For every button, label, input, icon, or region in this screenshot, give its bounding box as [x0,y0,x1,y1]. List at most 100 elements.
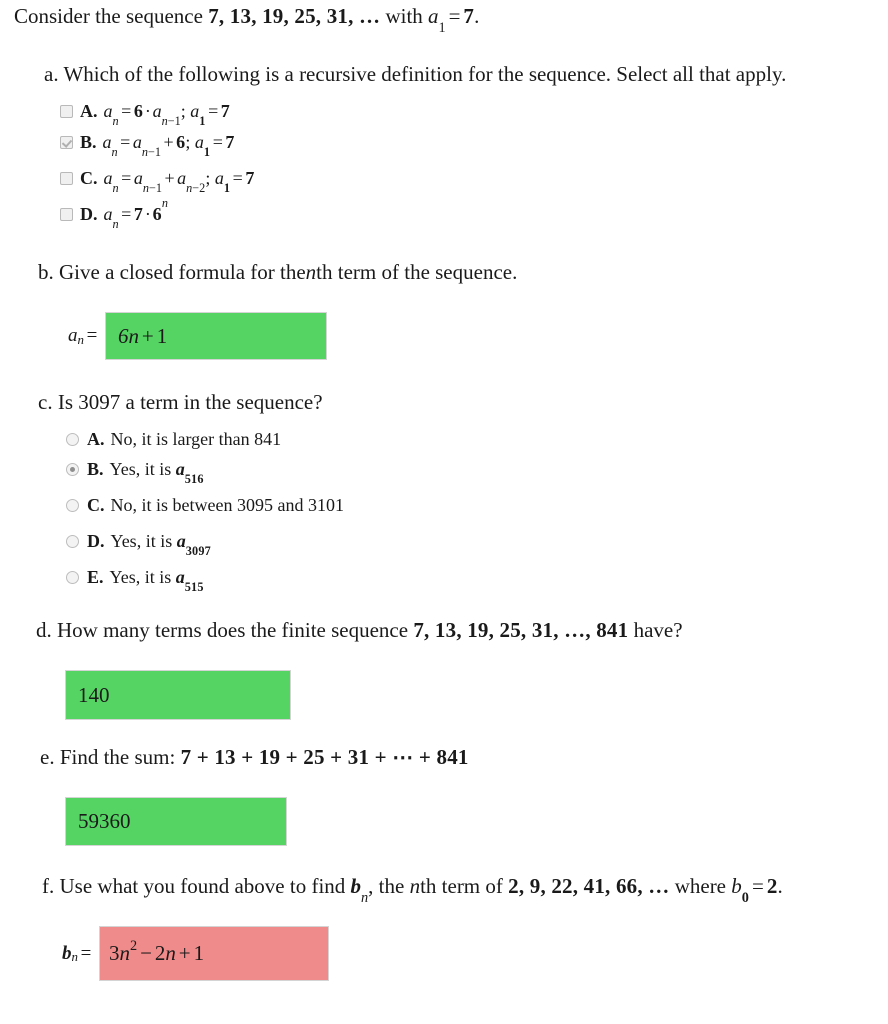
question-c-body-post: a term in the sequence? [125,390,323,414]
checkbox-c-letter: C. [80,168,98,188]
radio-e-body: Yes, it is a515 [109,567,204,595]
prompt-equals: = [448,4,461,28]
question-b-body-pre: Give a closed formula for the [59,260,306,284]
question-e-expression: 7 + 13 + 19 + 25 + 31 + ⋯ + 841 [180,745,469,769]
checkbox-d-letter: D. [80,204,98,224]
answer-f-prefix-var: b [62,942,72,964]
answer-b-prefix: a n = [68,312,105,360]
question-a: a. Which of the following is a recursive… [44,60,786,232]
answer-row-f: b n = 3 n 2−2 n +1 [62,926,783,981]
radio-e-letter: E. [87,567,104,587]
answer-field-b[interactable]: 6 n +1 [104,312,327,360]
question-e-body-pre: Find the sum: [59,745,176,769]
answer-b-prefix-var: a [68,325,78,346]
question-b-text: b. Give a closed formula for thenth term… [38,258,517,286]
question-f: f. Use what you found above to find bn, … [42,872,783,981]
question-c-options: A. No, it is larger than 841 B. Yes, it … [66,427,344,595]
radio-option-d[interactable]: D. Yes, it is a3097 [66,523,344,559]
question-d-body-post: have? [633,618,683,642]
prompt-initial-sub: 1 [438,20,446,37]
question-f-marker: f. [42,874,55,898]
prompt-with: with [385,4,423,28]
answer-field-f[interactable]: 3 n 2−2 n +1 [98,926,329,981]
radio-c-body: No, it is between 3095 and 3101 [110,495,344,515]
answer-row-e: 59360 [65,797,469,846]
checkbox-option-a[interactable]: A. an= 6·an−1; a1= 7 [60,98,786,129]
question-b: b. Give a closed formula for thenth term… [38,258,517,360]
question-d-marker: d. [36,618,52,642]
radio-b-body: Yes, it is a516 [109,459,204,487]
radio-e-icon[interactable] [66,570,79,584]
prompt-initial-var: a [428,4,439,28]
question-e: e. Find the sum: 7 + 13 + 19 + 25 + 31 +… [40,743,469,846]
checkbox-a-letter: A. [80,101,98,121]
question-f-var-b: bn [350,874,369,907]
checkbox-a-formula: an= 6·an−1; a1= 7 [103,101,230,129]
question-d: d. How many terms does the finite sequen… [36,616,683,720]
question-c-body-pre: Is [57,390,73,414]
prompt-initial-value: 7 [463,4,475,28]
question-b-var: n [305,260,317,284]
question-f-var-n: n [409,874,421,898]
prompt-sequence: 7, 13, 19, 25, 31, … [208,4,381,28]
answer-row-d: 140 [65,670,683,720]
checkbox-option-b[interactable]: B. an= an−1+ 6; a1= 7 [60,124,786,160]
radio-d-body: Yes, it is a3097 [110,531,211,559]
radio-option-b[interactable]: B. Yes, it is a516 [66,451,344,487]
answer-row-b: a n = 6 n +1 [68,312,517,360]
checkbox-option-c[interactable]: C. an= an−1+ an−2; a1= 7 [60,160,786,196]
radio-c-icon[interactable] [66,498,79,512]
checkbox-a-icon[interactable] [60,104,73,118]
radio-d-letter: D. [87,531,105,551]
checkbox-c-icon[interactable] [60,171,73,185]
radio-option-c[interactable]: C. No, it is between 3095 and 3101 [66,487,344,523]
question-f-initial: b0= 2. [731,874,783,907]
question-f-mid: , the [368,874,405,898]
radio-d-icon[interactable] [66,534,79,548]
answer-field-d[interactable]: 140 [65,670,291,720]
question-e-marker: e. [40,745,55,769]
answer-b-prefix-eq: = [86,325,98,346]
radio-option-e[interactable]: E. Yes, it is a515 [66,559,344,595]
question-a-body: Which of the following is a recursive de… [63,62,787,86]
radio-b-letter: B. [87,459,104,479]
question-a-options: A. an= 6·an−1; a1= 7 B. an= an−1+ 6; a1= 7 C.… [60,98,786,232]
question-f-sequence: 2, 9, 22, 41, 66, … [508,874,670,898]
checkbox-b-icon[interactable] [60,135,73,149]
prompt-lead: Consider the sequence [14,4,203,28]
radio-a-letter: A. [87,429,105,449]
answer-f-prefix-eq: = [80,942,92,964]
radio-a-icon[interactable] [66,432,79,446]
question-f-mid2: th term of [420,874,503,898]
checkbox-d-formula: an= 7·6n [103,195,168,232]
checkbox-d-icon[interactable] [60,207,73,221]
question-c-text: c. Is 3097 a term in the sequence? [38,388,344,416]
question-f-body-pre: Use what you found above to find [59,874,346,898]
question-c: c. Is 3097 a term in the sequence? A. No… [38,388,344,595]
question-f-text: f. Use what you found above to find bn, … [42,872,783,907]
question-e-text: e. Find the sum: 7 + 13 + 19 + 25 + 31 +… [40,743,469,771]
radio-option-a[interactable]: A. No, it is larger than 841 [66,427,344,451]
checkbox-b-formula: an= an−1+ 6; a1= 7 [102,132,235,160]
question-b-marker: b. [38,260,54,284]
checkbox-b-letter: B. [80,132,97,152]
question-a-marker: a. [44,62,59,86]
radio-b-icon[interactable] [66,462,79,476]
question-d-text: d. How many terms does the finite sequen… [36,616,683,644]
answer-f-prefix: b n = [62,926,99,981]
question-c-marker: c. [38,390,53,414]
problem-statement: Consider the sequence 7, 13, 19, 25, 31,… [14,2,480,35]
question-c-number: 3097 [78,390,121,414]
radio-a-body: No, it is larger than 841 [110,429,282,449]
question-d-body-pre: How many terms does the finite sequence [57,618,409,642]
checkbox-c-formula: an= an−1+ an−2; a1= 7 [103,168,255,196]
question-a-text: a. Which of the following is a recursive… [44,60,786,88]
prompt-initial-term: a1= 7. [428,4,480,35]
answer-field-e[interactable]: 59360 [65,797,287,846]
checkbox-option-d[interactable]: D. an= 7·6n [60,196,786,232]
question-b-body-post: th term of the sequence. [316,260,518,284]
question-d-sequence: 7, 13, 19, 25, 31, …, 841 [413,618,629,642]
prompt-period: . [474,4,480,28]
radio-c-letter: C. [87,495,105,515]
question-f-where: where [674,874,727,898]
